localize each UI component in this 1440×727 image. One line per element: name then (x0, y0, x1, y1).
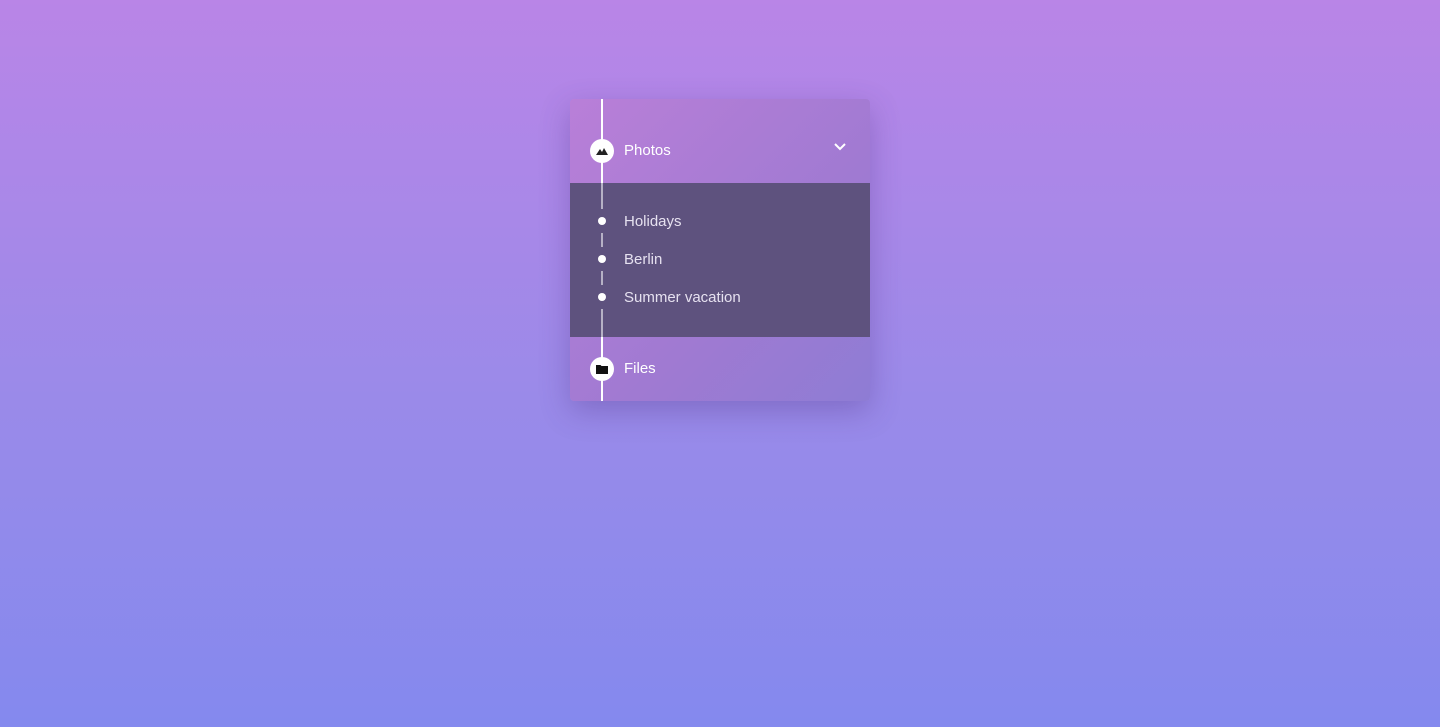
submenu-item-holidays[interactable]: Holidays (570, 206, 870, 236)
photos-label: Photos (624, 142, 671, 159)
files-label: Files (624, 360, 656, 377)
bullet-dot (598, 293, 606, 301)
bullet-dot (598, 217, 606, 225)
timeline-segment (601, 309, 603, 337)
chevron-down-icon[interactable] (834, 143, 846, 151)
timeline-menu: Photos Holidays Berlin Summer vacation F… (570, 99, 870, 401)
menu-item-photos[interactable]: Photos (570, 99, 870, 183)
folder-icon (590, 357, 614, 381)
submenu-item-berlin[interactable]: Berlin (570, 244, 870, 274)
submenu-item-summer-vacation[interactable]: Summer vacation (570, 282, 870, 312)
submenu-label: Holidays (624, 213, 682, 230)
submenu-label: Summer vacation (624, 289, 741, 306)
bullet-dot (598, 255, 606, 263)
submenu: Holidays Berlin Summer vacation (570, 183, 870, 337)
menu-item-files[interactable]: Files (570, 337, 870, 401)
submenu-label: Berlin (624, 251, 663, 268)
mountain-icon (590, 139, 614, 163)
